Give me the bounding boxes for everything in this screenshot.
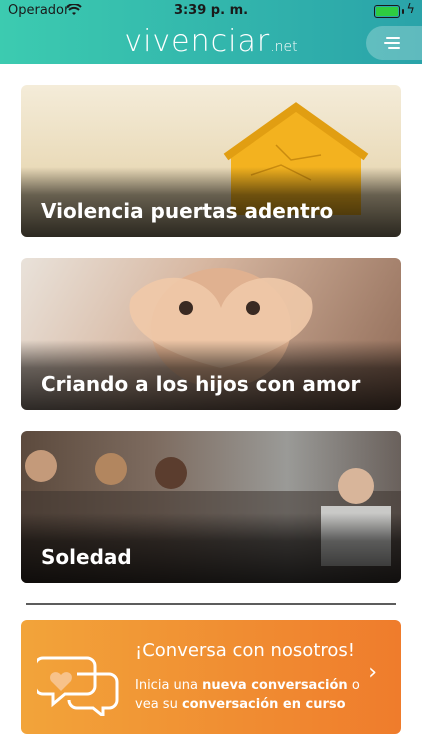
conversation-banner[interactable]: ¡Conversa con nosotros! Inicia una nueva… [21,620,401,734]
brand-main: vivenciar [124,24,271,59]
topic-card-soledad[interactable]: Soledad [21,431,401,583]
card-title: Soledad [41,545,132,569]
topic-card-violencia[interactable]: Violencia puertas adentro [21,85,401,237]
clock: 3:39 p. m. [173,3,249,18]
brand-logo: vivenciar.net [0,24,422,59]
chat-heart-icon [37,656,119,716]
section-divider [26,603,396,605]
banner-text-prefix: Inicia una [135,678,203,693]
card-title: Criando a los hijos con amor [41,372,361,396]
battery-tip [402,9,404,14]
topic-card-criando[interactable]: Criando a los hijos con amor [21,258,401,410]
card-title: Violencia puertas adentro [41,199,334,223]
banner-body: Inicia una nueva conversación o vea su c… [135,676,367,714]
app-header: Operador 3:39 p. m. ϟ vivenciar.net [0,0,422,64]
ongoing-conversation-link[interactable]: conversación en curso [182,697,346,712]
brand-suffix: .net [270,39,298,55]
new-conversation-link[interactable]: nueva conversación [202,678,348,693]
status-bar: Operador 3:39 p. m. ϟ [0,0,422,22]
menu-button[interactable] [366,26,422,60]
banner-headline: ¡Conversa con nosotros! [135,640,355,661]
battery-icon [374,5,400,18]
chevron-right-icon: › [368,660,377,685]
charging-icon: ϟ [406,2,415,17]
